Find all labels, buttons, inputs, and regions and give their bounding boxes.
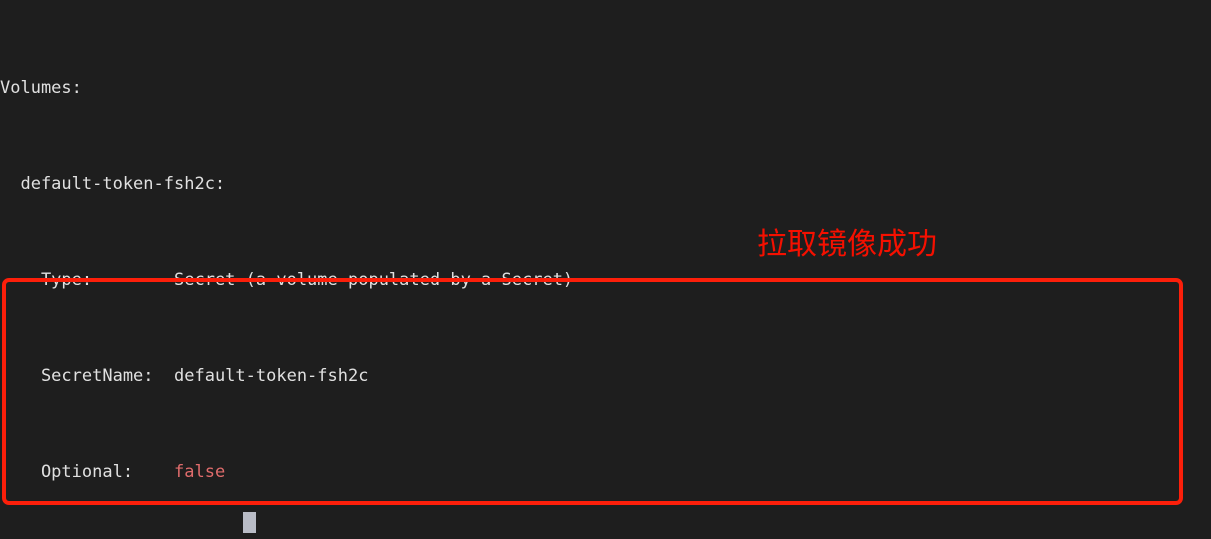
line-volumes-label: Volumes: — [0, 76, 983, 100]
annotation-label: 拉取镜像成功 — [757, 227, 937, 262]
volume-optional-value: false — [174, 462, 226, 482]
volume-type-key: Type: — [0, 270, 174, 290]
line-volume-optional: Optional: false — [0, 460, 983, 484]
volume-type-value: Secret (a volume populated by a Secret) — [174, 270, 574, 290]
volume-name: default-token-fsh2c: — [0, 174, 226, 194]
line-volume-type: Type: Secret (a volume populated by a Se… — [0, 268, 983, 292]
terminal-screen-content: Volumes: default-token-fsh2c: Type: Secr… — [0, 0, 983, 539]
volume-secretname-key: SecretName: — [0, 366, 174, 386]
volume-optional-key: Optional: — [0, 462, 174, 482]
line-volume-name: default-token-fsh2c: — [0, 172, 983, 196]
line-volume-secretname: SecretName: default-token-fsh2c — [0, 364, 983, 388]
text-cursor — [243, 512, 256, 533]
terminal-window[interactable]: Volumes: default-token-fsh2c: Type: Secr… — [0, 0, 1211, 539]
volumes-label: Volumes: — [0, 78, 82, 98]
volume-secretname-value: default-token-fsh2c — [174, 366, 369, 386]
